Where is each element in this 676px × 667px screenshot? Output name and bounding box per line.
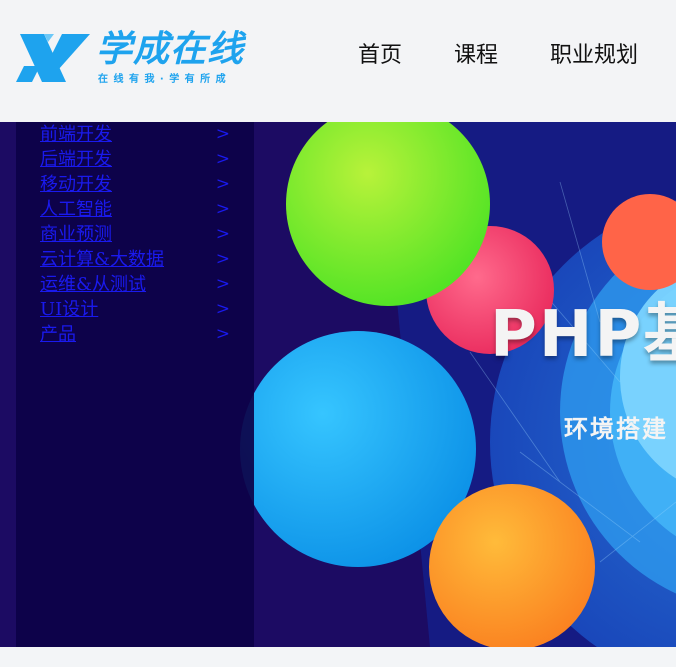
chevron-right-icon: > [215,149,230,169]
category-link[interactable]: 商业预测 [40,224,112,245]
nav-item-home[interactable]: 首页 [358,42,402,70]
category-link[interactable]: 运维&从测试 [40,274,146,295]
hero-banner[interactable]: PHP基 环境搭建 前端开发 > 后端开发 > 移动开发 > 人工智能 > 商业… [0,122,676,647]
category-link[interactable]: 后端开发 [40,149,112,170]
category-link[interactable]: 产品 [40,324,76,345]
chevron-right-icon: > [215,274,230,294]
category-item[interactable]: 云计算&大数据 > [40,247,230,272]
category-link[interactable]: 人工智能 [40,199,112,220]
category-link[interactable]: 移动开发 [40,174,112,195]
main-nav: 首页 课程 职业规划 [358,42,676,70]
chevron-right-icon: > [215,324,230,344]
category-sidebar: 前端开发 > 后端开发 > 移动开发 > 人工智能 > 商业预测 > 云计算&大… [16,122,254,647]
category-item[interactable]: UI设计 > [40,297,230,322]
site-logo[interactable]: 学成在线 在 线 有 我 · 学 有 所 成 [14,28,264,88]
chevron-right-icon: > [215,299,230,319]
category-item[interactable]: 移动开发 > [40,172,230,197]
category-link[interactable]: 前端开发 [40,124,112,145]
site-header: 学成在线 在 线 有 我 · 学 有 所 成 首页 课程 职业规划 [0,0,676,122]
chevron-right-icon: > [215,224,230,244]
page-bottom-spacer [0,647,676,667]
category-list: 前端开发 > 后端开发 > 移动开发 > 人工智能 > 商业预测 > 云计算&大… [40,122,230,347]
category-item[interactable]: 商业预测 > [40,222,230,247]
category-item[interactable]: 人工智能 > [40,197,230,222]
category-item[interactable]: 运维&从测试 > [40,272,230,297]
chevron-right-icon: > [215,124,230,144]
category-item[interactable]: 前端开发 > [40,122,230,147]
nav-item-career[interactable]: 职业规划 [550,42,638,70]
nav-item-courses[interactable]: 课程 [454,42,498,70]
category-item[interactable]: 后端开发 > [40,147,230,172]
banner-headline: PHP基 [490,298,676,372]
logo-title: 学成在线 [96,29,245,70]
chevron-right-icon: > [215,199,230,219]
category-link[interactable]: 云计算&大数据 [40,249,164,270]
category-link[interactable]: UI设计 [40,299,98,320]
chevron-right-icon: > [215,249,230,269]
category-item[interactable]: 产品 > [40,322,230,347]
logo-x-icon [16,34,90,82]
logo-tagline: 在 线 有 我 · 学 有 所 成 [98,74,227,85]
banner-subline: 环境搭建 [564,415,668,443]
chevron-right-icon: > [215,174,230,194]
